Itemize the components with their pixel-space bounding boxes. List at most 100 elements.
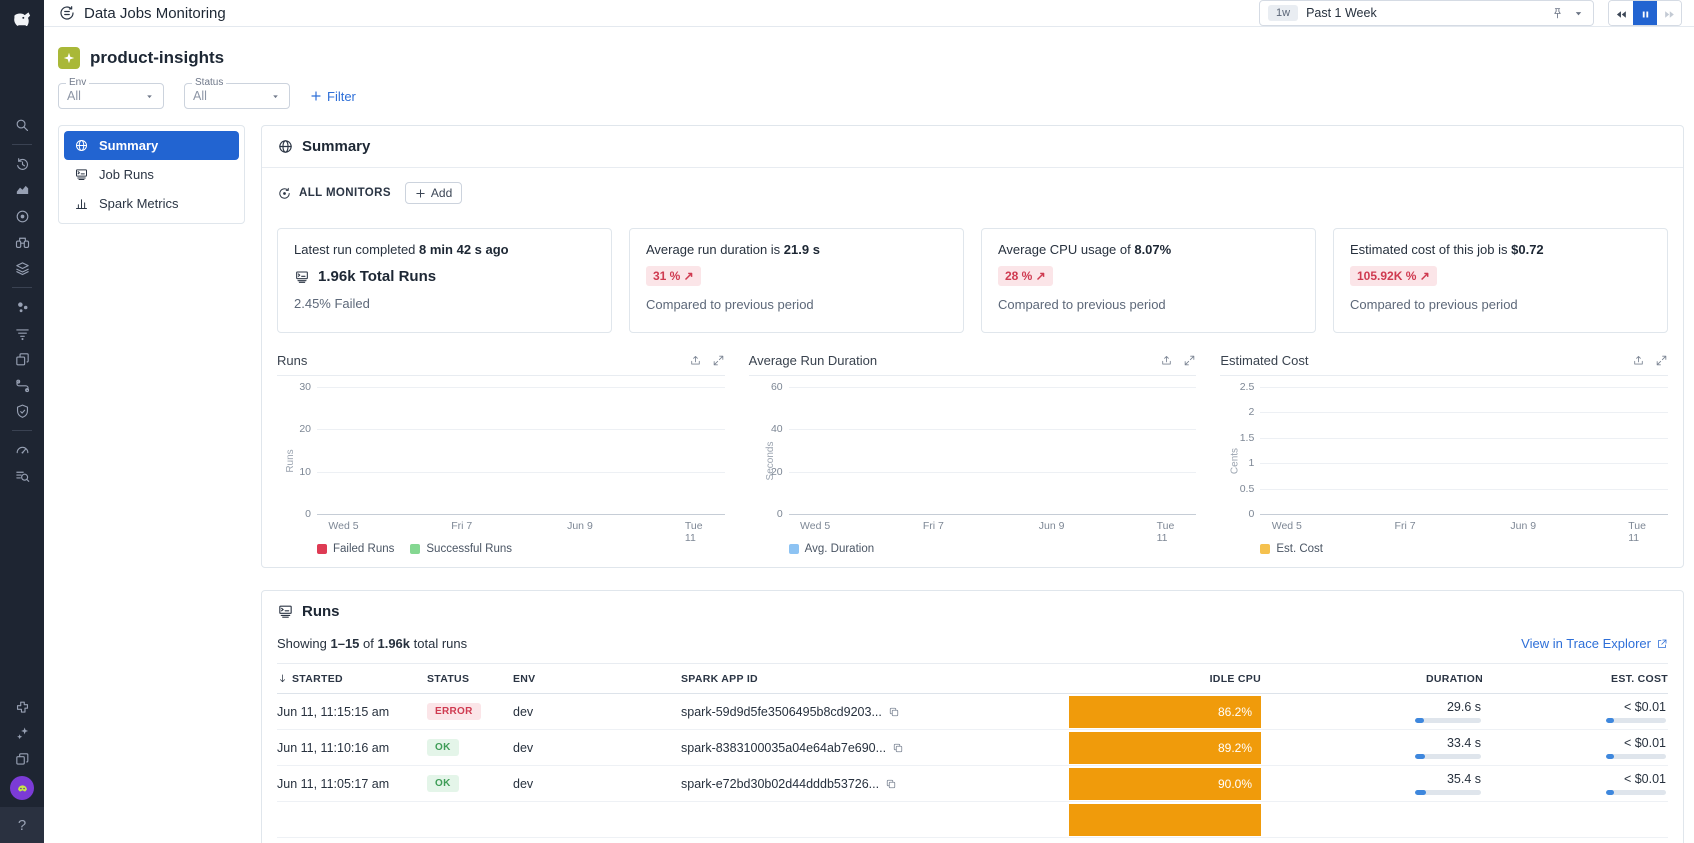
x-tick-label: Wed 5 bbox=[1272, 520, 1302, 532]
bits-ai-avatar[interactable] bbox=[10, 776, 34, 800]
sidebar-item-ai-assistant[interactable] bbox=[0, 720, 44, 746]
runs-table: STARTEDSTATUSENVSPARK APP IDIDLE CPUDURA… bbox=[277, 663, 1668, 838]
sidebar-item-infrastructure[interactable] bbox=[0, 255, 44, 281]
table-row[interactable]: Jun 11, 11:15:15 amERRORdevspark-59d9d5f… bbox=[277, 694, 1668, 730]
time-range-label: Past 1 Week bbox=[1306, 6, 1377, 20]
sidebar-item-metrics[interactable] bbox=[0, 437, 44, 463]
time-range-selector[interactable]: 1w Past 1 Week bbox=[1259, 0, 1594, 26]
sidebar-item-watchdog[interactable] bbox=[0, 203, 44, 229]
stat-card-2: Average CPU usage of 8.07%28 % ↗Compared… bbox=[981, 228, 1316, 333]
sidebar-item-processes[interactable] bbox=[0, 294, 44, 320]
datadog-logo[interactable] bbox=[0, 0, 44, 40]
ai-assistant-icon bbox=[14, 725, 31, 742]
column-header-started[interactable]: STARTED bbox=[277, 673, 427, 685]
cell-env: dev bbox=[513, 777, 681, 791]
workspaces-icon bbox=[14, 751, 31, 768]
expand-icon[interactable] bbox=[1655, 354, 1668, 367]
plus-icon bbox=[310, 90, 322, 102]
job-runs-icon bbox=[294, 269, 310, 285]
env-filter-select[interactable]: Env All bbox=[58, 83, 164, 109]
forward-button[interactable] bbox=[1657, 1, 1681, 26]
copy-icon[interactable] bbox=[892, 742, 904, 754]
status-filter-select[interactable]: Status All bbox=[184, 83, 290, 109]
pause-button[interactable] bbox=[1633, 1, 1657, 26]
export-icon[interactable] bbox=[689, 354, 702, 367]
help-button[interactable]: ? bbox=[0, 807, 44, 843]
subnav-item-spark-metrics[interactable]: Spark Metrics bbox=[64, 189, 239, 218]
idle-cpu-heat-cell: 90.0% bbox=[1069, 768, 1261, 800]
playback-controls bbox=[1608, 0, 1682, 26]
stat-card-0: Latest run completed 8 min 42 s ago1.96k… bbox=[277, 228, 612, 333]
chart-plot-area[interactable]: 0102030 bbox=[317, 388, 725, 515]
dog-logo-icon bbox=[9, 7, 35, 33]
sidebar-item-dashboards[interactable] bbox=[0, 177, 44, 203]
sidebar-item-workspaces[interactable] bbox=[0, 746, 44, 772]
global-sidebar: ? bbox=[0, 0, 44, 843]
status-badge: ERROR bbox=[427, 703, 481, 720]
infrastructure-icon bbox=[14, 260, 31, 277]
subnav-item-job-runs[interactable]: Job Runs bbox=[64, 160, 239, 189]
stat-headline: Average run duration is 21.9 s bbox=[646, 242, 947, 257]
sidebar-item-apm[interactable] bbox=[0, 320, 44, 346]
subnav-item-summary[interactable]: Summary bbox=[64, 131, 239, 160]
x-tick-label: Wed 5 bbox=[800, 520, 830, 532]
sidebar-item-logs[interactable] bbox=[0, 463, 44, 489]
sidebar-item-search[interactable] bbox=[0, 112, 44, 138]
sidebar-item-software-catalog[interactable] bbox=[0, 346, 44, 372]
chevron-down-icon[interactable] bbox=[1572, 7, 1585, 20]
expand-icon[interactable] bbox=[1183, 354, 1196, 367]
pin-icon[interactable] bbox=[1551, 7, 1564, 20]
stat-headline: Estimated cost of this job is $0.72 bbox=[1350, 242, 1651, 257]
x-tick-label: Tue 11 bbox=[1628, 520, 1655, 544]
view-in-trace-explorer-link[interactable]: View in Trace Explorer bbox=[1521, 636, 1668, 651]
cell-spark-app-id[interactable]: spark-8383100035a04e64ab7e690... bbox=[681, 741, 1069, 755]
column-header-status[interactable]: STATUS bbox=[427, 673, 513, 685]
cell-est-cost: < $0.01 bbox=[1483, 772, 1668, 795]
x-tick-label: Tue 11 bbox=[1157, 520, 1184, 544]
page-title: product-insights bbox=[90, 48, 224, 68]
table-row[interactable]: Jun 11, 11:05:17 amOKdevspark-e72bd30b02… bbox=[277, 766, 1668, 802]
column-header-spark-app-id[interactable]: SPARK APP ID bbox=[681, 673, 1069, 685]
processes-icon bbox=[14, 299, 31, 316]
sidebar-item-monitors[interactable] bbox=[0, 229, 44, 255]
export-icon[interactable] bbox=[1632, 354, 1645, 367]
x-tick-label: Jun 9 bbox=[1510, 520, 1536, 532]
bits-ai-icon bbox=[15, 781, 30, 796]
cell-duration: 29.6 s bbox=[1261, 700, 1483, 723]
rewind-button[interactable] bbox=[1609, 1, 1633, 26]
table-row[interactable]: Jun 11, 11:10:16 amOKdevspark-8383100035… bbox=[277, 730, 1668, 766]
sidebar-item-history[interactable] bbox=[0, 151, 44, 177]
stat-value: 1.96k Total Runs bbox=[294, 268, 595, 285]
y-tick-label: 2 bbox=[1226, 406, 1254, 418]
chart-plot-area[interactable]: 0204060 bbox=[789, 388, 1197, 515]
legend-swatch bbox=[1260, 544, 1270, 554]
table-row[interactable] bbox=[277, 802, 1668, 838]
copy-icon[interactable] bbox=[885, 778, 897, 790]
summary-heading: Summary bbox=[277, 138, 1668, 155]
chevron-down-icon bbox=[144, 91, 155, 102]
subnav-item-label: Summary bbox=[99, 138, 158, 153]
x-tick-label: Fri 7 bbox=[451, 520, 472, 532]
copy-icon[interactable] bbox=[888, 706, 900, 718]
topbar: Data Jobs Monitoring 1w Past 1 Week bbox=[44, 0, 1694, 27]
y-tick-label: 0.5 bbox=[1226, 483, 1254, 495]
sidebar-item-integrations[interactable] bbox=[0, 694, 44, 720]
column-header-env[interactable]: ENV bbox=[513, 673, 681, 685]
x-tick-label: Wed 5 bbox=[328, 520, 358, 532]
column-header-idle-cpu[interactable]: IDLE CPU bbox=[1069, 673, 1261, 685]
chart-plot-area[interactable]: 00.511.522.5 bbox=[1260, 388, 1668, 515]
add-monitor-button[interactable]: Add bbox=[405, 182, 462, 204]
stat-headline: Average CPU usage of 8.07% bbox=[998, 242, 1299, 257]
column-header-est-cost[interactable]: EST. COST bbox=[1483, 673, 1668, 685]
monitor-icon bbox=[277, 186, 292, 201]
sidebar-item-security[interactable] bbox=[0, 398, 44, 424]
cell-spark-app-id[interactable]: spark-e72bd30b02d44dddb53726... bbox=[681, 777, 1069, 791]
add-filter-button[interactable]: Filter bbox=[310, 89, 356, 104]
export-icon[interactable] bbox=[1160, 354, 1173, 367]
sort-down-icon bbox=[277, 673, 288, 684]
column-header-duration[interactable]: DURATION bbox=[1261, 673, 1483, 685]
sidebar-item-service-map[interactable] bbox=[0, 372, 44, 398]
expand-icon[interactable] bbox=[712, 354, 725, 367]
sidebar-divider bbox=[12, 144, 32, 145]
cell-spark-app-id[interactable]: spark-59d9d5fe3506495b8cd9203... bbox=[681, 705, 1069, 719]
